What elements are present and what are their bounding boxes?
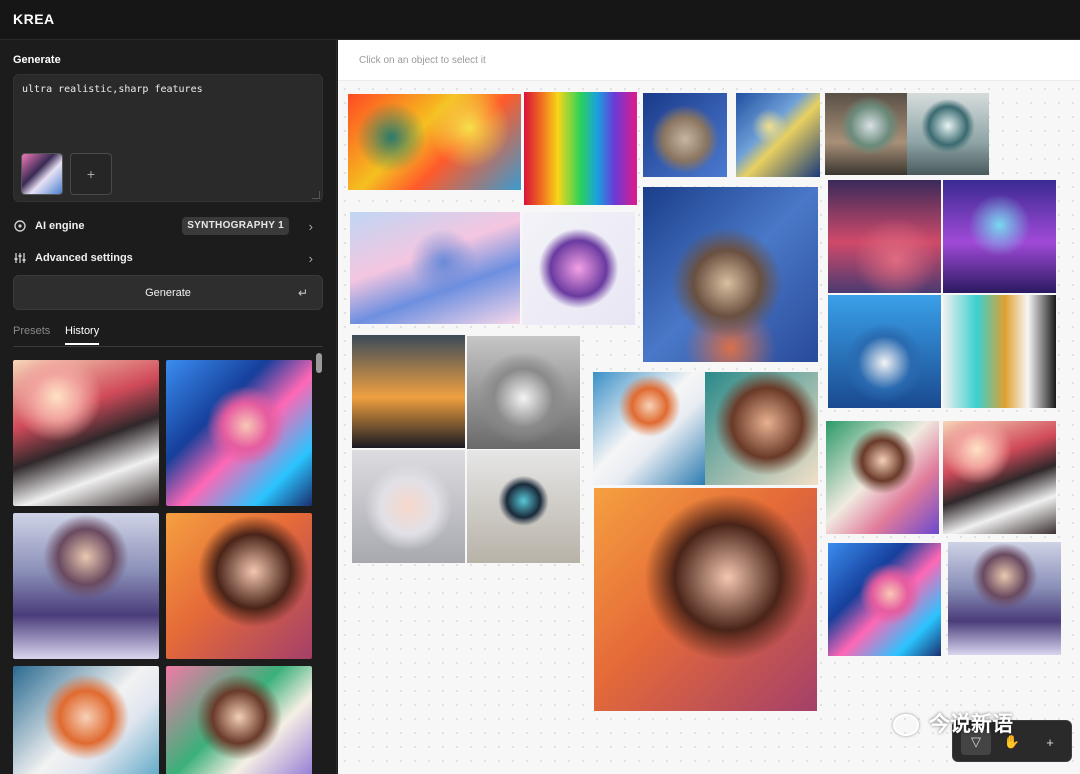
history-item[interactable] (13, 513, 159, 659)
canvas-image-modern-house[interactable] (467, 336, 580, 449)
history-scrollbar[interactable] (316, 353, 322, 373)
sliders-icon (13, 251, 27, 265)
tab-history[interactable]: History (65, 325, 100, 345)
canvas-image-galaxy-coat[interactable] (522, 212, 635, 325)
canvas-hint: Click on an object to select it (359, 55, 486, 66)
history-item[interactable] (13, 360, 159, 506)
sidebar-tabs: Presets History (13, 323, 323, 347)
watermark-text: 今说新语 (929, 713, 1013, 736)
enter-key-icon: ↵ (297, 285, 308, 300)
canvas-image-white-pavilion[interactable] (352, 450, 465, 563)
canvas-image-porthole-bedroom[interactable] (907, 93, 989, 175)
top-bar: KREA (0, 0, 1080, 40)
canvas-image-cat-starry[interactable] (643, 187, 818, 362)
canvas-image-cyber-dome[interactable] (467, 450, 580, 563)
canvas-image-purple-bedroom[interactable] (943, 180, 1056, 293)
canvas-image-cyber-anime[interactable] (828, 543, 941, 656)
history-item[interactable] (166, 666, 312, 774)
generate-button-label: Generate (145, 286, 191, 299)
history-grid (13, 360, 323, 774)
canvas-image-curly-portrait[interactable] (594, 488, 817, 711)
chevron-right-icon: › (308, 250, 313, 266)
canvas-image-anime-wings[interactable] (948, 542, 1061, 655)
canvas-image-blue-bedroom[interactable] (828, 295, 941, 408)
canvas-image-woman-portrait[interactable] (705, 372, 818, 485)
canvas-image-lounge[interactable] (825, 93, 907, 175)
history-item[interactable] (13, 666, 159, 774)
canvas-image-abstract-map[interactable] (348, 94, 521, 190)
watermark: 今说新语 (893, 708, 1013, 738)
canvas-header: Click on an object to select it (338, 40, 1080, 81)
add-tool-icon[interactable]: + (1035, 729, 1065, 755)
canvas-image-pastel-swirl[interactable] (350, 212, 520, 324)
history-item[interactable] (166, 360, 312, 506)
advanced-settings-label: Advanced settings (35, 252, 133, 264)
canvas-image-anime-girl[interactable] (593, 372, 706, 485)
canvas-image-starry-swirl[interactable] (736, 93, 820, 177)
ai-engine-value-badge[interactable]: SYNTHOGRAPHY 1 (182, 217, 289, 235)
chevron-right-icon: › (308, 218, 313, 234)
image-canvas[interactable]: Click on an object to select it (338, 40, 1080, 774)
canvas-image-curved-architecture[interactable] (352, 335, 465, 448)
prompt-textarea[interactable]: ultra realistic,sharp features + (13, 74, 323, 202)
prompt-value[interactable]: ultra realistic,sharp features (22, 84, 203, 95)
engine-icon (13, 219, 27, 233)
reference-image-thumbnail[interactable] (21, 153, 63, 195)
canvas-image-anime-green-jacket[interactable] (826, 421, 939, 534)
history-item[interactable] (166, 513, 312, 659)
tab-presets[interactable]: Presets (13, 325, 50, 343)
generate-section-title: Generate (13, 54, 61, 66)
canvas-image-kitten[interactable] (643, 93, 727, 177)
add-reference-button[interactable]: + (70, 153, 112, 195)
generate-button[interactable]: Generate ↵ (13, 275, 323, 310)
ai-engine-label: AI engine (35, 220, 85, 232)
wechat-logo-icon (893, 714, 919, 737)
canvas-image-anime-guitar[interactable] (943, 421, 1056, 534)
resize-handle-icon[interactable] (312, 191, 320, 199)
ai-engine-row[interactable]: AI engine SYNTHOGRAPHY 1 › (13, 213, 323, 239)
canvas-image-teal-kitchen[interactable] (943, 295, 1056, 408)
canvas-image-neon-bedroom[interactable] (828, 180, 941, 293)
advanced-settings-row[interactable]: Advanced settings › (13, 245, 323, 271)
generate-sidebar: Generate ultra realistic,sharp features … (0, 40, 337, 774)
canvas-image-rainbow-jacket[interactable] (524, 92, 637, 205)
krea-logo[interactable]: KREA (13, 11, 55, 27)
